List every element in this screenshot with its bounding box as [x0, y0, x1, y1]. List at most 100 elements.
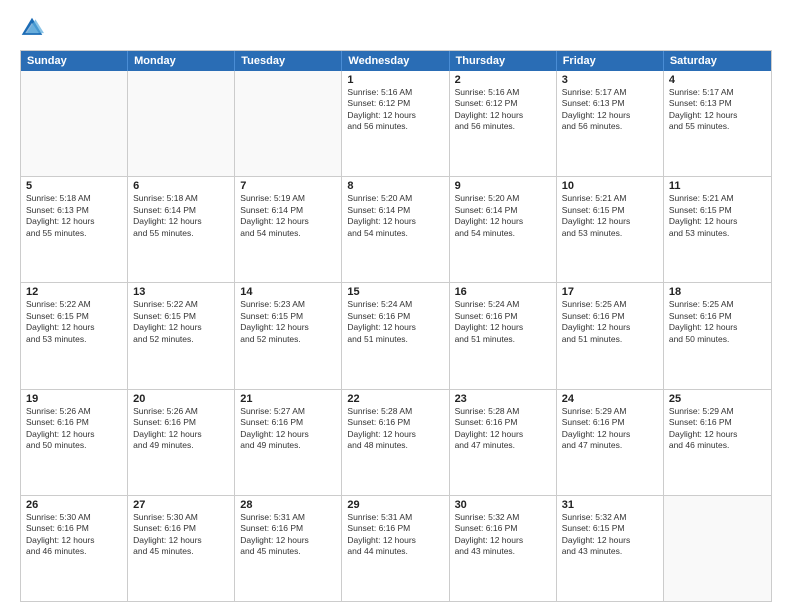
- day-number: 10: [562, 180, 658, 192]
- weekday-header-sunday: Sunday: [21, 51, 128, 71]
- day-cell-10: 10Sunrise: 5:21 AM Sunset: 6:15 PM Dayli…: [557, 177, 664, 282]
- day-number: 13: [133, 286, 229, 298]
- day-number: 19: [26, 393, 122, 405]
- calendar-row-3: 19Sunrise: 5:26 AM Sunset: 6:16 PM Dayli…: [21, 389, 771, 495]
- day-number: 4: [669, 74, 766, 86]
- day-cell-22: 22Sunrise: 5:28 AM Sunset: 6:16 PM Dayli…: [342, 390, 449, 495]
- day-number: 21: [240, 393, 336, 405]
- day-number: 15: [347, 286, 443, 298]
- day-number: 8: [347, 180, 443, 192]
- calendar-body: 1Sunrise: 5:16 AM Sunset: 6:12 PM Daylig…: [21, 71, 771, 601]
- day-info: Sunrise: 5:28 AM Sunset: 6:16 PM Dayligh…: [455, 406, 551, 452]
- calendar-row-1: 5Sunrise: 5:18 AM Sunset: 6:13 PM Daylig…: [21, 176, 771, 282]
- day-cell-2: 2Sunrise: 5:16 AM Sunset: 6:12 PM Daylig…: [450, 71, 557, 176]
- empty-cell-r0c1: [128, 71, 235, 176]
- day-info: Sunrise: 5:22 AM Sunset: 6:15 PM Dayligh…: [26, 299, 122, 345]
- day-info: Sunrise: 5:21 AM Sunset: 6:15 PM Dayligh…: [669, 193, 766, 239]
- day-info: Sunrise: 5:25 AM Sunset: 6:16 PM Dayligh…: [562, 299, 658, 345]
- day-cell-6: 6Sunrise: 5:18 AM Sunset: 6:14 PM Daylig…: [128, 177, 235, 282]
- empty-cell-r4c6: [664, 496, 771, 601]
- day-info: Sunrise: 5:27 AM Sunset: 6:16 PM Dayligh…: [240, 406, 336, 452]
- weekday-header-monday: Monday: [128, 51, 235, 71]
- empty-cell-r0c2: [235, 71, 342, 176]
- page: SundayMondayTuesdayWednesdayThursdayFrid…: [0, 0, 792, 612]
- day-number: 18: [669, 286, 766, 298]
- day-number: 14: [240, 286, 336, 298]
- calendar-row-0: 1Sunrise: 5:16 AM Sunset: 6:12 PM Daylig…: [21, 71, 771, 176]
- empty-cell-r0c0: [21, 71, 128, 176]
- day-cell-21: 21Sunrise: 5:27 AM Sunset: 6:16 PM Dayli…: [235, 390, 342, 495]
- day-info: Sunrise: 5:16 AM Sunset: 6:12 PM Dayligh…: [455, 87, 551, 133]
- day-info: Sunrise: 5:18 AM Sunset: 6:13 PM Dayligh…: [26, 193, 122, 239]
- day-info: Sunrise: 5:32 AM Sunset: 6:16 PM Dayligh…: [455, 512, 551, 558]
- day-cell-9: 9Sunrise: 5:20 AM Sunset: 6:14 PM Daylig…: [450, 177, 557, 282]
- day-info: Sunrise: 5:17 AM Sunset: 6:13 PM Dayligh…: [669, 87, 766, 133]
- day-cell-17: 17Sunrise: 5:25 AM Sunset: 6:16 PM Dayli…: [557, 283, 664, 388]
- day-number: 12: [26, 286, 122, 298]
- day-cell-27: 27Sunrise: 5:30 AM Sunset: 6:16 PM Dayli…: [128, 496, 235, 601]
- day-cell-25: 25Sunrise: 5:29 AM Sunset: 6:16 PM Dayli…: [664, 390, 771, 495]
- day-info: Sunrise: 5:26 AM Sunset: 6:16 PM Dayligh…: [26, 406, 122, 452]
- day-info: Sunrise: 5:29 AM Sunset: 6:16 PM Dayligh…: [562, 406, 658, 452]
- day-info: Sunrise: 5:31 AM Sunset: 6:16 PM Dayligh…: [240, 512, 336, 558]
- day-cell-1: 1Sunrise: 5:16 AM Sunset: 6:12 PM Daylig…: [342, 71, 449, 176]
- day-cell-28: 28Sunrise: 5:31 AM Sunset: 6:16 PM Dayli…: [235, 496, 342, 601]
- day-info: Sunrise: 5:21 AM Sunset: 6:15 PM Dayligh…: [562, 193, 658, 239]
- day-number: 20: [133, 393, 229, 405]
- day-info: Sunrise: 5:25 AM Sunset: 6:16 PM Dayligh…: [669, 299, 766, 345]
- day-cell-26: 26Sunrise: 5:30 AM Sunset: 6:16 PM Dayli…: [21, 496, 128, 601]
- day-info: Sunrise: 5:17 AM Sunset: 6:13 PM Dayligh…: [562, 87, 658, 133]
- day-number: 16: [455, 286, 551, 298]
- day-cell-31: 31Sunrise: 5:32 AM Sunset: 6:15 PM Dayli…: [557, 496, 664, 601]
- day-cell-18: 18Sunrise: 5:25 AM Sunset: 6:16 PM Dayli…: [664, 283, 771, 388]
- day-info: Sunrise: 5:23 AM Sunset: 6:15 PM Dayligh…: [240, 299, 336, 345]
- weekday-header-friday: Friday: [557, 51, 664, 71]
- calendar: SundayMondayTuesdayWednesdayThursdayFrid…: [20, 50, 772, 602]
- day-cell-3: 3Sunrise: 5:17 AM Sunset: 6:13 PM Daylig…: [557, 71, 664, 176]
- day-info: Sunrise: 5:28 AM Sunset: 6:16 PM Dayligh…: [347, 406, 443, 452]
- weekday-header-wednesday: Wednesday: [342, 51, 449, 71]
- day-info: Sunrise: 5:24 AM Sunset: 6:16 PM Dayligh…: [347, 299, 443, 345]
- day-cell-11: 11Sunrise: 5:21 AM Sunset: 6:15 PM Dayli…: [664, 177, 771, 282]
- day-cell-23: 23Sunrise: 5:28 AM Sunset: 6:16 PM Dayli…: [450, 390, 557, 495]
- day-number: 24: [562, 393, 658, 405]
- day-info: Sunrise: 5:26 AM Sunset: 6:16 PM Dayligh…: [133, 406, 229, 452]
- day-number: 9: [455, 180, 551, 192]
- day-number: 11: [669, 180, 766, 192]
- day-info: Sunrise: 5:31 AM Sunset: 6:16 PM Dayligh…: [347, 512, 443, 558]
- day-number: 26: [26, 499, 122, 511]
- day-cell-8: 8Sunrise: 5:20 AM Sunset: 6:14 PM Daylig…: [342, 177, 449, 282]
- day-number: 31: [562, 499, 658, 511]
- day-number: 28: [240, 499, 336, 511]
- day-number: 27: [133, 499, 229, 511]
- day-info: Sunrise: 5:20 AM Sunset: 6:14 PM Dayligh…: [347, 193, 443, 239]
- day-cell-29: 29Sunrise: 5:31 AM Sunset: 6:16 PM Dayli…: [342, 496, 449, 601]
- day-cell-12: 12Sunrise: 5:22 AM Sunset: 6:15 PM Dayli…: [21, 283, 128, 388]
- day-cell-13: 13Sunrise: 5:22 AM Sunset: 6:15 PM Dayli…: [128, 283, 235, 388]
- day-cell-5: 5Sunrise: 5:18 AM Sunset: 6:13 PM Daylig…: [21, 177, 128, 282]
- day-info: Sunrise: 5:24 AM Sunset: 6:16 PM Dayligh…: [455, 299, 551, 345]
- day-cell-15: 15Sunrise: 5:24 AM Sunset: 6:16 PM Dayli…: [342, 283, 449, 388]
- day-info: Sunrise: 5:19 AM Sunset: 6:14 PM Dayligh…: [240, 193, 336, 239]
- calendar-header: SundayMondayTuesdayWednesdayThursdayFrid…: [21, 51, 771, 71]
- day-number: 22: [347, 393, 443, 405]
- weekday-header-tuesday: Tuesday: [235, 51, 342, 71]
- weekday-header-thursday: Thursday: [450, 51, 557, 71]
- day-number: 3: [562, 74, 658, 86]
- day-cell-30: 30Sunrise: 5:32 AM Sunset: 6:16 PM Dayli…: [450, 496, 557, 601]
- logo-icon: [20, 16, 44, 40]
- day-info: Sunrise: 5:30 AM Sunset: 6:16 PM Dayligh…: [133, 512, 229, 558]
- day-cell-24: 24Sunrise: 5:29 AM Sunset: 6:16 PM Dayli…: [557, 390, 664, 495]
- day-number: 2: [455, 74, 551, 86]
- day-number: 5: [26, 180, 122, 192]
- day-info: Sunrise: 5:30 AM Sunset: 6:16 PM Dayligh…: [26, 512, 122, 558]
- day-cell-19: 19Sunrise: 5:26 AM Sunset: 6:16 PM Dayli…: [21, 390, 128, 495]
- day-number: 29: [347, 499, 443, 511]
- day-info: Sunrise: 5:16 AM Sunset: 6:12 PM Dayligh…: [347, 87, 443, 133]
- day-number: 23: [455, 393, 551, 405]
- calendar-row-2: 12Sunrise: 5:22 AM Sunset: 6:15 PM Dayli…: [21, 282, 771, 388]
- day-number: 1: [347, 74, 443, 86]
- day-info: Sunrise: 5:18 AM Sunset: 6:14 PM Dayligh…: [133, 193, 229, 239]
- day-cell-20: 20Sunrise: 5:26 AM Sunset: 6:16 PM Dayli…: [128, 390, 235, 495]
- header: [20, 16, 772, 40]
